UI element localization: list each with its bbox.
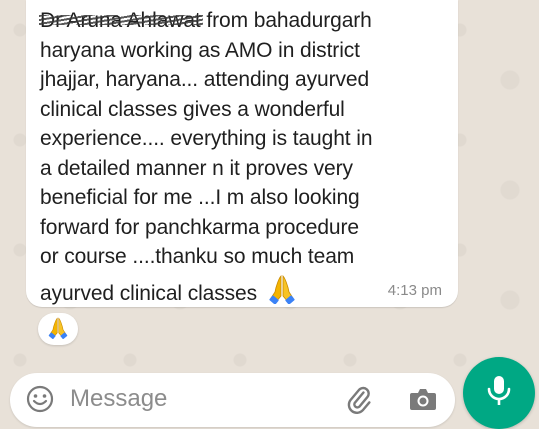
message-reaction[interactable] xyxy=(38,313,78,345)
message-line: ayurved clinical classes xyxy=(40,272,445,313)
microphone-button[interactable] xyxy=(463,357,535,429)
folded-hands-icon xyxy=(47,315,69,344)
message-bubble[interactable]: Dr Aruna Ahlawat from bahadurgarh haryan… xyxy=(26,0,458,307)
smiley-icon[interactable] xyxy=(23,382,57,416)
message-line: jhajjar, haryana... attending ayurved xyxy=(40,68,370,91)
message-line: experience.... everything is taught in xyxy=(40,127,373,150)
message-line: a detailed manner n it proves very xyxy=(40,156,353,180)
camera-icon[interactable] xyxy=(405,381,441,417)
message-line: or course ....thanku so much team xyxy=(40,245,355,268)
message-line: Dr Aruna Ahlawat from bahadurgarh xyxy=(39,6,445,36)
redacted-name: Dr Aruna Ahlawat xyxy=(39,6,203,36)
paperclip-icon[interactable] xyxy=(340,381,376,417)
message-line: clinical classes gives a wonderful xyxy=(40,97,345,121)
message-input[interactable] xyxy=(70,383,310,415)
message-timestamp: 4:13 pm xyxy=(387,282,442,299)
message-composer xyxy=(10,373,455,427)
folded-hands-icon xyxy=(267,272,297,313)
message-line: forward for panchkarma procedure xyxy=(40,215,359,239)
message-line: beneficial for me ...I m also looking xyxy=(40,186,360,209)
microphone-icon xyxy=(485,374,513,413)
message-line: haryana working as AMO in district xyxy=(40,38,360,62)
message-text: Dr Aruna Ahlawat from bahadurgarh haryan… xyxy=(39,6,445,313)
